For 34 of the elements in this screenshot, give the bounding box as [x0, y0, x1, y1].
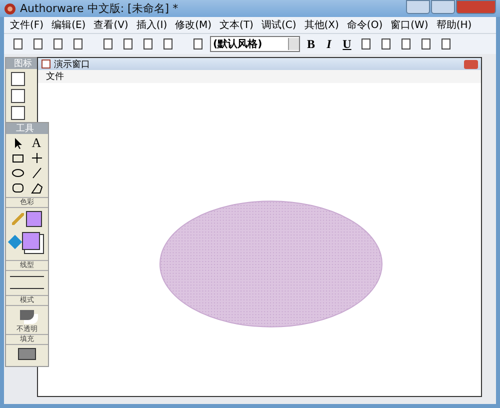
maximize-button[interactable] — [431, 0, 455, 14]
text-tool[interactable]: A — [32, 136, 42, 150]
format-button[interactable]: B — [304, 36, 318, 52]
polygon-icon[interactable] — [30, 181, 44, 195]
fill-pattern-swatch[interactable] — [18, 348, 36, 360]
menu-item[interactable]: 修改(M) — [175, 18, 212, 32]
menu-item[interactable]: 插入(I) — [136, 18, 168, 32]
panel-title: 工具 — [16, 122, 34, 135]
paint-bucket-icon[interactable] — [8, 234, 22, 250]
palette-title: 图标 — [14, 58, 32, 70]
minimize-button[interactable] — [406, 0, 430, 14]
format-button[interactable]: I — [322, 36, 336, 52]
line-icon[interactable] — [30, 166, 44, 180]
ellipse-icon[interactable] — [10, 166, 24, 180]
menu-item[interactable]: 查看(V) — [94, 18, 128, 32]
format-button[interactable]: U — [340, 36, 354, 52]
rounded-rectangle-icon[interactable] — [10, 181, 24, 195]
line-color-swatch[interactable] — [26, 211, 42, 227]
crosshair-icon[interactable] — [30, 151, 44, 165]
app-icon — [4, 2, 16, 14]
presentation-window-title: 演示窗口 — [54, 58, 91, 70]
menu-item[interactable]: 其他(X) — [304, 18, 339, 32]
menu-item[interactable]: 编辑(E) — [52, 18, 86, 32]
style-dropdown[interactable]: (默认风格) — [210, 36, 300, 52]
menu-item[interactable]: 帮助(H) — [436, 18, 472, 32]
menu-item[interactable]: 窗口(W) — [390, 18, 428, 32]
mode-icon[interactable] — [20, 310, 34, 320]
close-button[interactable] — [464, 60, 478, 68]
menu-item[interactable]: 调试(C) — [261, 18, 296, 32]
menu-item[interactable]: 命令(O) — [346, 18, 383, 32]
window-title: Authorware 中文版: [未命名] * — [20, 1, 180, 16]
menu-item[interactable]: 文件(F) — [10, 18, 44, 32]
menu-item[interactable]: 文本(T) — [220, 18, 254, 32]
menu-item[interactable]: 文件 — [46, 70, 64, 83]
